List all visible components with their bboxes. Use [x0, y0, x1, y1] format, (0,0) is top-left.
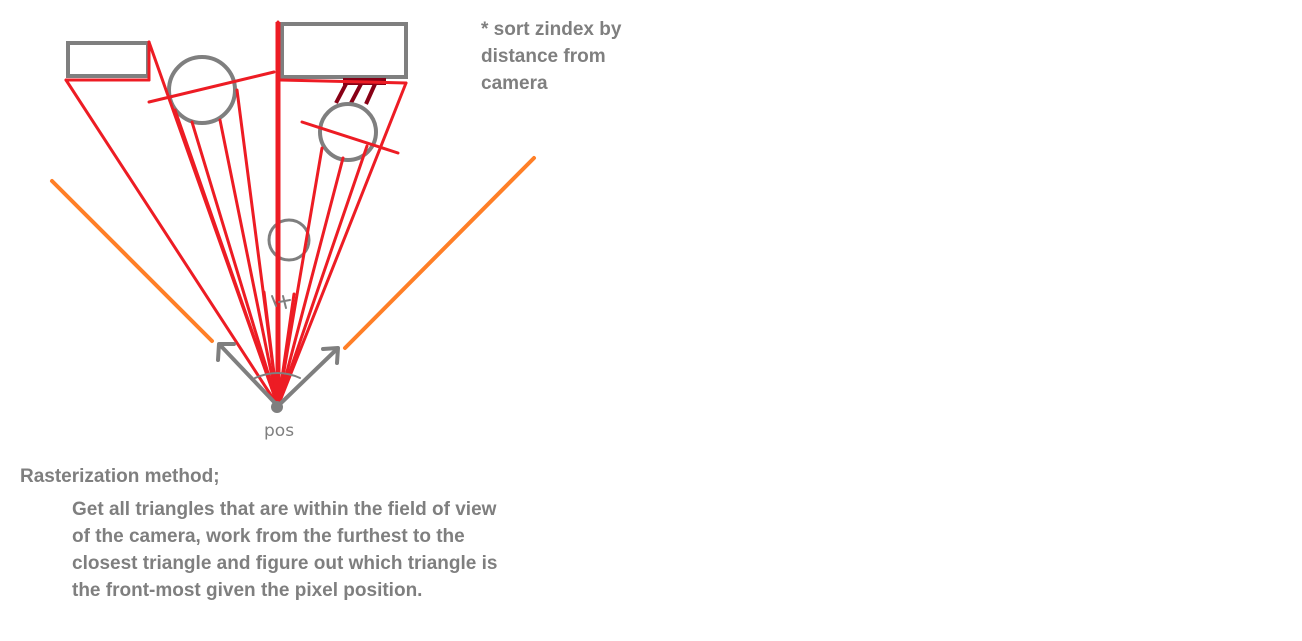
sort-note: * sort zindex by distance from camera: [481, 19, 622, 94]
shadow-stroke-1: [334, 83, 348, 104]
ray: [276, 144, 369, 408]
dir-marker: [271, 295, 291, 309]
camera-position-dot: [271, 401, 283, 413]
fov-left-line: [50, 179, 214, 343]
shadow-stroke-2: [349, 83, 363, 104]
left-box: [66, 41, 150, 78]
method-description: Get all triangles that are within the fi…: [72, 499, 498, 601]
ray: [276, 81, 408, 408]
camera-label: pos: [264, 421, 294, 441]
shadow-stroke-3: [364, 83, 377, 105]
ray: [276, 156, 345, 408]
scene-objects: [66, 22, 408, 262]
fov-right-line: [343, 156, 536, 350]
method-heading: Rasterization method;: [20, 466, 220, 487]
ray-top-right: [278, 78, 408, 85]
right-box: [280, 22, 408, 79]
